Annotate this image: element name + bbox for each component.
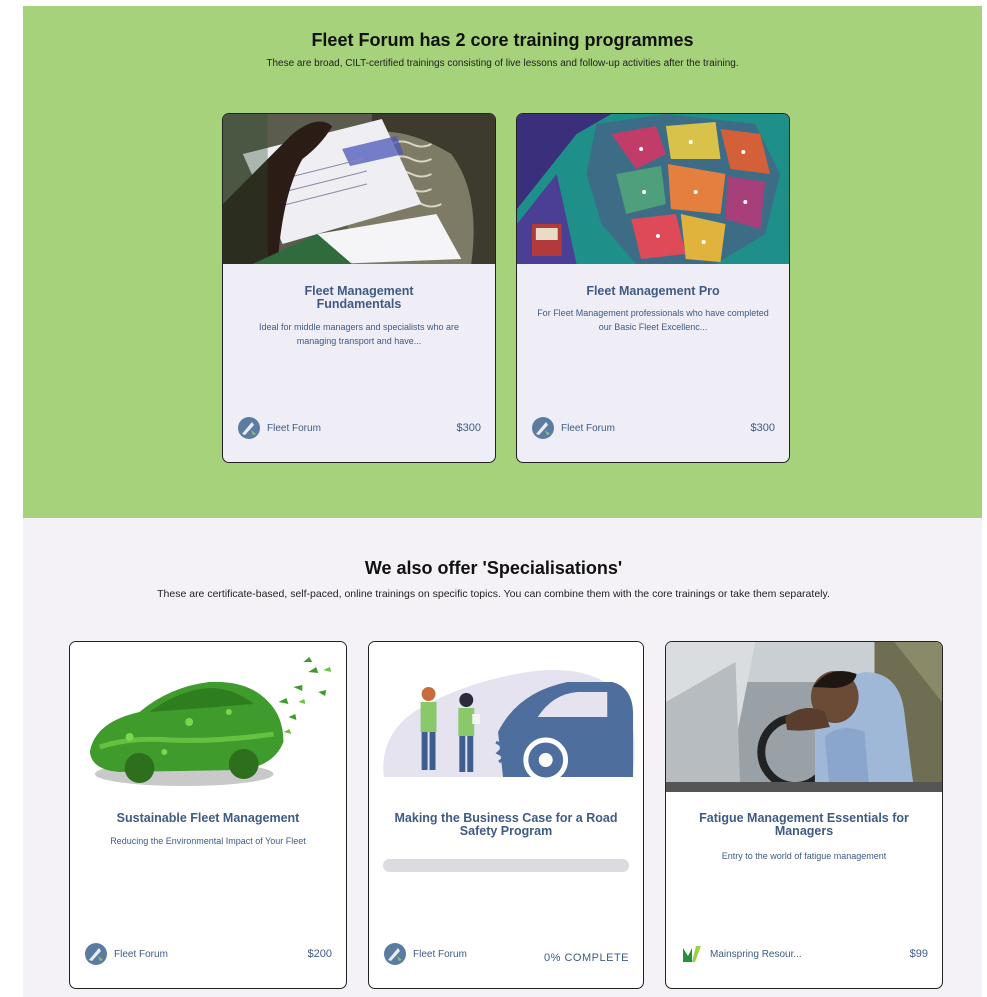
provider-name: Mainspring Resour... (710, 948, 802, 960)
course-image-green-car (70, 642, 346, 792)
course-footer: Fleet Forum $200 (84, 942, 332, 966)
course-card-road-safety-business-case[interactable]: Making the Business Case for a Road Safe… (368, 641, 644, 989)
course-title: Fleet Management Fundamentals (304, 284, 414, 311)
course-description: For Fleet Management professionals who h… (537, 308, 769, 332)
course-progress-bar (383, 859, 629, 872)
course-image-map-board (517, 114, 789, 264)
course-footer: Fleet Forum $300 (237, 416, 481, 440)
core-programmes-subtitle: These are broad, CILT-certified training… (266, 58, 739, 69)
course-title: Fatigue Management Essentials for Manage… (699, 811, 909, 838)
mainspring-logo-icon (683, 946, 701, 962)
course-image-paperwork (223, 114, 495, 264)
course-image-car-inspection (369, 642, 643, 792)
fleet-forum-logo-icon (85, 943, 107, 965)
course-provider: Fleet Forum (237, 416, 321, 440)
course-footer: Mainspring Resour... $99 (680, 942, 928, 966)
course-card-fleet-management-pro[interactable]: Fleet Management Pro For Fleet Managemen… (516, 113, 790, 463)
course-description: Entry to the world of fatigue management (721, 851, 887, 861)
course-progress-label: 0% COMPLETE (544, 952, 629, 964)
course-title: Fleet Management Pro (586, 284, 720, 298)
provider-name: Fleet Forum (267, 422, 321, 434)
course-title: Sustainable Fleet Management (116, 811, 300, 825)
course-title: Making the Business Case for a Road Safe… (394, 811, 618, 838)
course-price: $300 (750, 422, 775, 434)
specialisations-title: We also offer 'Specialisations' (364, 558, 623, 578)
course-card-fatigue-management[interactable]: Fatigue Management Essentials for Manage… (665, 641, 943, 989)
course-card-sustainable-fleet-management[interactable]: Sustainable Fleet Management Reducing th… (69, 641, 347, 989)
course-card-fleet-management-fundamentals[interactable]: Fleet Management Fundamentals Ideal for … (222, 113, 496, 463)
course-price: $99 (909, 948, 928, 960)
course-description: Reducing the Environmental Impact of You… (110, 836, 306, 846)
provider-name: Fleet Forum (561, 422, 615, 434)
fleet-forum-logo-icon (532, 417, 554, 439)
course-provider: Fleet Forum (383, 942, 467, 966)
course-price: $200 (307, 948, 332, 960)
course-provider: Mainspring Resour... (680, 942, 802, 966)
course-footer: Fleet Forum 0% COMPLETE (383, 942, 629, 966)
provider-name: Fleet Forum (114, 948, 168, 960)
provider-name: Fleet Forum (413, 948, 467, 960)
specialisations-subtitle: These are certificate-based, self-paced,… (157, 588, 830, 600)
core-programmes-section: Fleet Forum has 2 core training programm… (23, 6, 982, 518)
course-provider: Fleet Forum (84, 942, 168, 966)
fleet-forum-logo-icon (384, 943, 406, 965)
course-description: Ideal for middle managers and specialist… (258, 322, 460, 346)
course-image-tired-driver (666, 642, 942, 792)
course-price: $300 (456, 422, 481, 434)
fleet-forum-logo-icon (238, 417, 260, 439)
course-provider: Fleet Forum (531, 416, 615, 440)
core-programmes-title: Fleet Forum has 2 core training programm… (311, 30, 694, 50)
course-footer: Fleet Forum $300 (531, 416, 775, 440)
